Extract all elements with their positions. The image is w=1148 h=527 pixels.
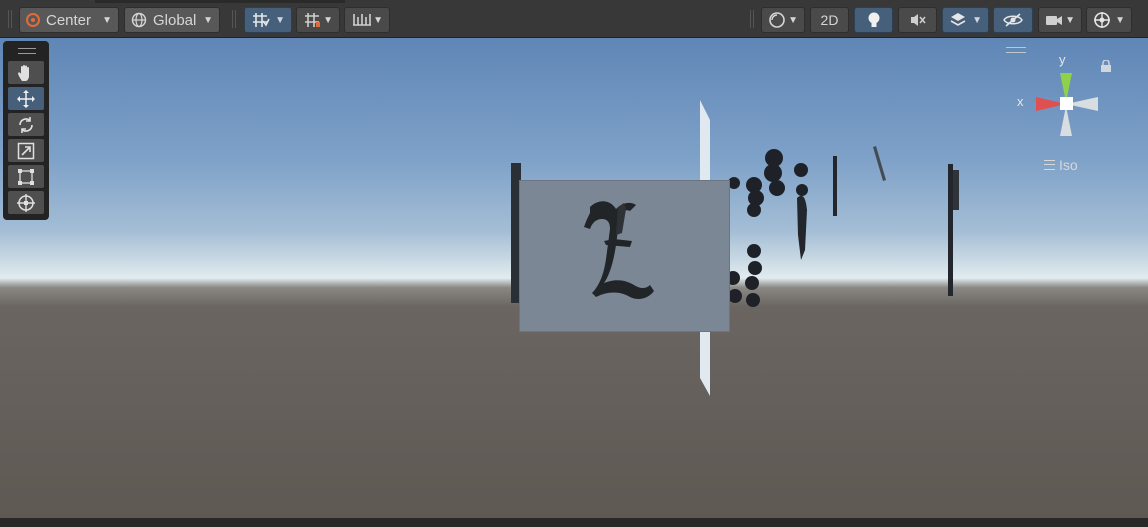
chevron-down-icon: ▼ [203, 14, 213, 26]
chevron-down-icon: ▼ [1065, 14, 1075, 26]
gizmo-icon [1094, 12, 1110, 28]
chevron-down-icon: ▼ [972, 14, 982, 26]
chevron-down-icon: ▼ [373, 14, 383, 26]
gizmo-x-label: x [1017, 94, 1024, 109]
move-icon [17, 89, 35, 108]
hand-icon [18, 64, 29, 81]
menu-icon [1044, 160, 1055, 170]
image-plane[interactable] [519, 180, 730, 332]
toggle-2d-label: 2D [820, 12, 839, 28]
grid-snap-icon [253, 13, 270, 27]
rod-object [873, 146, 886, 181]
camera-icon [1046, 16, 1062, 25]
rod-object [948, 164, 953, 296]
chevron-down-icon: ▼ [1115, 14, 1125, 26]
grid-snap-toggle[interactable]: ▼ [244, 7, 292, 33]
shading-sphere-icon [769, 12, 785, 28]
pivot-mode-label: Center [46, 11, 92, 29]
camera-dropdown[interactable]: ▼ [1038, 7, 1082, 33]
tool-palette [3, 41, 49, 220]
rod-object [953, 170, 959, 210]
pivot-center-icon [26, 13, 40, 27]
rod-object [797, 195, 807, 260]
sphere-cluster [726, 149, 808, 307]
gizmo-neg-y-cone[interactable] [1060, 106, 1072, 136]
toolbar-grip[interactable] [750, 10, 754, 28]
chevron-down-icon: ▼ [102, 14, 112, 26]
audio-toggle[interactable] [898, 7, 937, 33]
hidden-objects-toggle[interactable] [993, 7, 1033, 33]
scene-view[interactable]: y x Iso [0, 38, 1148, 518]
hand-tool-button[interactable] [8, 61, 44, 84]
increment-snap-icon [305, 13, 320, 27]
rect-icon [18, 168, 34, 185]
rect-tool-button[interactable] [8, 165, 44, 188]
chevron-down-icon: ▼ [788, 14, 798, 26]
scene-toolbar: Center ▼ Global ▼ ▼ ▼ ▼ ▼ 2D ▼ ▼ ▼ [0, 0, 1148, 38]
increment-snap-toggle[interactable]: ▼ [296, 7, 340, 33]
rod-object [833, 156, 837, 216]
gothic-letter-graphic [584, 201, 654, 299]
globe-icon [131, 12, 147, 28]
transform-tool-button[interactable] [8, 191, 44, 214]
gizmo-center-cube[interactable] [1060, 97, 1073, 110]
projection-label: Iso [1059, 157, 1078, 173]
draw-mode-dropdown[interactable]: ▼ [761, 7, 805, 33]
gizmos-dropdown[interactable]: ▼ [1086, 7, 1132, 33]
ruler-snap-toggle[interactable]: ▼ [344, 7, 390, 33]
rotate-tool-button[interactable] [8, 113, 44, 136]
eye-off-icon [1003, 13, 1023, 27]
palette-grip[interactable] [18, 48, 36, 54]
projection-toggle[interactable]: Iso [1044, 157, 1078, 173]
gizmo-grip[interactable] [1006, 47, 1026, 53]
scale-tool-button[interactable] [8, 139, 44, 162]
pivot-rotation-dropdown[interactable]: Global ▼ [124, 7, 220, 33]
scale-icon [17, 142, 35, 159]
pivot-mode-dropdown[interactable]: Center ▼ [19, 7, 119, 33]
ruler-icon [353, 14, 371, 26]
toolbar-grip[interactable] [232, 10, 236, 28]
lightbulb-icon [868, 12, 879, 27]
orientation-gizmo[interactable] [1030, 58, 1102, 138]
toolbar-tab-strip [95, 0, 345, 3]
audio-mute-icon [910, 14, 926, 26]
transform-icon [17, 193, 35, 212]
layers-icon [950, 13, 966, 26]
chevron-down-icon: ▼ [275, 14, 285, 26]
move-tool-button[interactable] [8, 87, 44, 110]
rotate-icon [19, 116, 33, 133]
toolbar-grip[interactable] [8, 10, 12, 28]
pivot-rotation-label: Global [153, 11, 197, 29]
gizmo-y-label: y [1059, 52, 1066, 67]
lighting-toggle[interactable] [854, 7, 893, 33]
status-bar [0, 518, 1148, 527]
chevron-down-icon: ▼ [323, 14, 333, 26]
toggle-2d-button[interactable]: 2D [810, 7, 849, 33]
effects-dropdown[interactable]: ▼ [942, 7, 989, 33]
